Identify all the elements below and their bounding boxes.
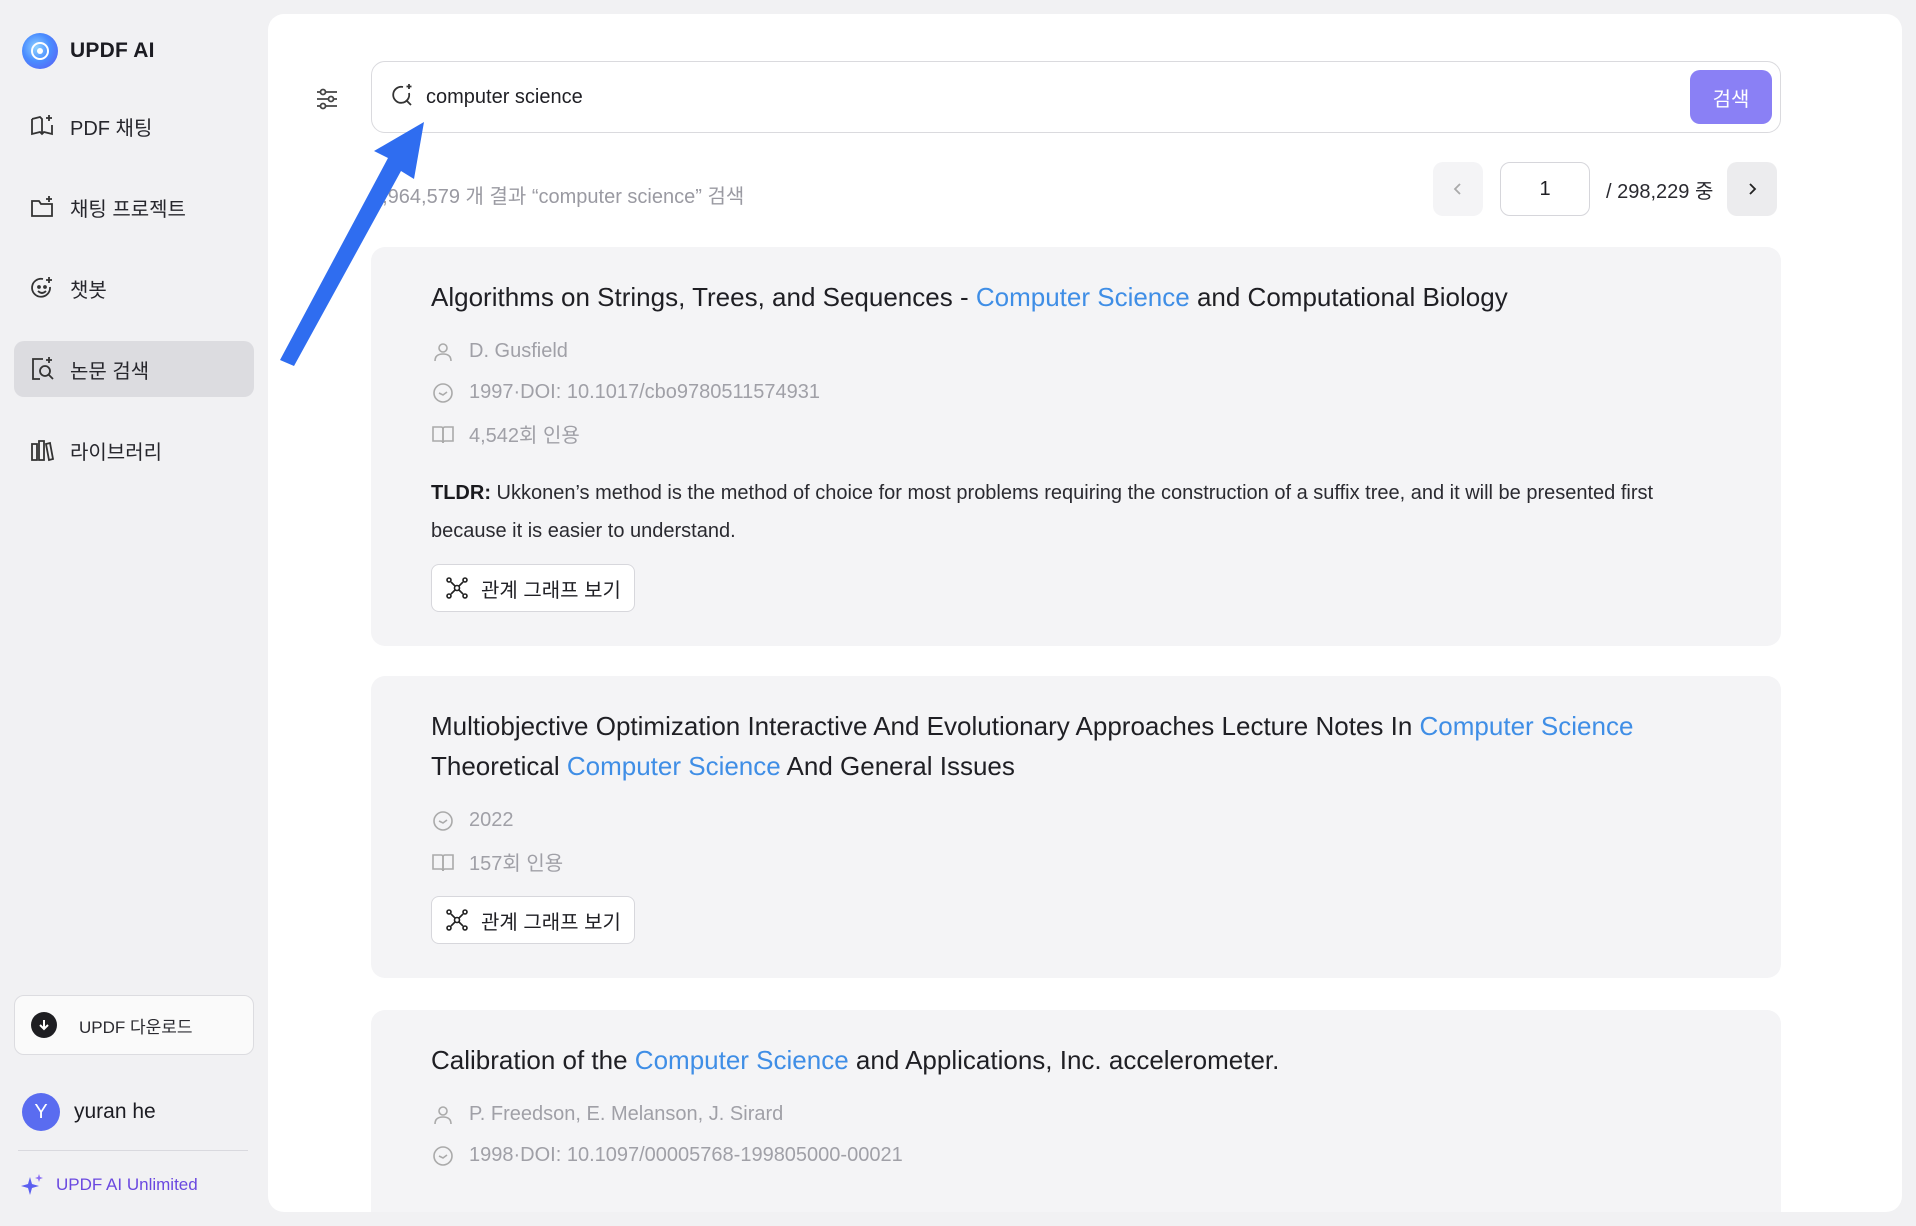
- paper-authors: P. FreedsonE. MelansonJ. Sirard: [469, 1103, 783, 1126]
- sidebar-nav: PDF 채팅 채팅 프로젝트 챗봇 논문 검색 라이브러리: [14, 98, 254, 503]
- paper-citations-row: 157회 인용: [431, 841, 1721, 882]
- view-graph-label: 관계 그래프 보기: [481, 911, 621, 934]
- filter-button[interactable]: [312, 84, 342, 114]
- paper-title[interactable]: Multiobjective Optimization Interactive …: [431, 706, 1721, 786]
- sidebar-item-paper-search[interactable]: 논문 검색: [14, 341, 254, 397]
- search-button[interactable]: 검색: [1690, 70, 1772, 124]
- paper-card[interactable]: Algorithms on Strings, Trees, and Sequen…: [371, 247, 1781, 646]
- paper-authors: D. Gusfield: [469, 340, 568, 362]
- sidebar-item-chat-project[interactable]: 채팅 프로젝트: [14, 179, 254, 235]
- sidebar-item-label: 라이브러리: [70, 441, 162, 464]
- next-page-button[interactable]: [1727, 162, 1778, 216]
- paper-search-icon: [32, 357, 54, 380]
- open-book-icon: [432, 425, 454, 443]
- plan-link[interactable]: UPDF AI Unlimited: [20, 1173, 198, 1197]
- ai-search-icon: [392, 84, 412, 106]
- sidebar-item-label: 챗봇: [70, 279, 107, 302]
- clock-icon: [433, 810, 453, 831]
- graph-nodes-icon: [446, 577, 468, 599]
- paper-citations-row: 4,542회 인용: [431, 413, 1721, 454]
- chevron-left-icon: [1453, 183, 1461, 195]
- paper-title[interactable]: Calibration of the Computer Science and …: [431, 1040, 1721, 1080]
- paper-meta: D. Gusfield 1997·DOI: 10.1017/cbo9780511…: [431, 331, 1721, 454]
- paper-tldr: TLDR: Ukkonen’s method is the method of …: [431, 482, 1654, 542]
- download-icon: [31, 1012, 57, 1038]
- sidebar-item-chatbot[interactable]: 챗봇: [14, 260, 254, 316]
- paper-date: 2022: [469, 809, 514, 831]
- updf-logo-icon: [22, 33, 58, 69]
- prev-page-button[interactable]: [1433, 162, 1483, 216]
- smile-bot-icon: [31, 277, 52, 298]
- paper-date-row: 1997·DOI: 10.1017/cbo9780511574931: [431, 372, 1721, 413]
- user-name: yuran he: [74, 1100, 156, 1123]
- book-sparkle-icon: [31, 115, 53, 136]
- paper-title[interactable]: Algorithms on Strings, Trees, and Sequen…: [431, 277, 1721, 317]
- plan-label: UPDF AI Unlimited: [56, 1175, 198, 1194]
- user-profile[interactable]: Y yuran he: [22, 1093, 156, 1131]
- results-count: 5,964,579 개 결과 “computer science” 검색: [371, 186, 745, 208]
- search-input[interactable]: [426, 80, 1626, 114]
- page-number-input[interactable]: [1500, 162, 1590, 216]
- sidebar-item-label: 채팅 프로젝트: [70, 198, 186, 221]
- pagination: / 298,229 중: [1433, 162, 1778, 216]
- paper-date-row: 2022: [431, 800, 1721, 841]
- view-graph-button[interactable]: 관계 그래프 보기: [431, 896, 635, 944]
- sidebar: UPDF AI PDF 채팅 채팅 프로젝트 챗봇 논문 검색 라이브러리 UP…: [0, 0, 268, 1226]
- paper-meta: P. FreedsonE. MelansonJ. Sirard 1998·DOI…: [431, 1094, 1721, 1176]
- folder-plus-icon: [31, 196, 53, 217]
- paper-card[interactable]: Calibration of the Computer Science and …: [371, 1010, 1781, 1212]
- paper-meta: 2022 157회 인용: [431, 800, 1721, 882]
- paper-date: 1998·DOI: 10.1097/00005768-199805000-000…: [469, 1144, 903, 1166]
- paper-date: 1997·DOI: 10.1017/cbo9780511574931: [469, 381, 821, 403]
- avatar: Y: [22, 1093, 60, 1131]
- paper-citations: 4,542회 인용: [469, 425, 580, 447]
- sparkle-icon: [21, 1174, 43, 1195]
- clock-icon: [433, 382, 453, 403]
- sidebar-item-pdf-chat[interactable]: PDF 채팅: [14, 98, 254, 154]
- view-graph-button[interactable]: 관계 그래프 보기: [431, 564, 635, 612]
- sidebar-item-library[interactable]: 라이브러리: [14, 422, 254, 478]
- app-logo[interactable]: UPDF AI: [22, 33, 155, 69]
- graph-nodes-icon: [446, 909, 468, 931]
- view-graph-label: 관계 그래프 보기: [481, 579, 621, 602]
- sliders-icon: [317, 88, 337, 110]
- open-book-icon: [432, 853, 454, 871]
- person-icon: [434, 342, 452, 361]
- chevron-right-icon: [1749, 183, 1757, 195]
- download-updf-button[interactable]: UPDF 다운로드: [14, 995, 254, 1055]
- person-icon: [434, 1105, 452, 1124]
- paper-authors-row: D. Gusfield: [431, 331, 1721, 372]
- paper-authors-row: P. FreedsonE. MelansonJ. Sirard: [431, 1094, 1721, 1135]
- search-bar: 검색: [371, 61, 1781, 133]
- main-panel: 검색 5,964,579 개 결과 “computer science” 검색 …: [268, 14, 1902, 1212]
- page-total: / 298,229 중: [1606, 180, 1714, 203]
- paper-date-row: 1998·DOI: 10.1097/00005768-199805000-000…: [431, 1135, 1721, 1176]
- sidebar-item-label: 논문 검색: [70, 360, 150, 383]
- clock-icon: [433, 1145, 453, 1166]
- library-icon: [31, 440, 55, 462]
- sidebar-item-label: PDF 채팅: [70, 117, 153, 140]
- app-name: UPDF AI: [70, 39, 155, 62]
- paper-card[interactable]: Multiobjective Optimization Interactive …: [371, 676, 1781, 978]
- paper-citations: 157회 인용: [469, 853, 564, 875]
- sidebar-divider: [18, 1150, 248, 1151]
- download-label: UPDF 다운로드: [79, 1017, 193, 1037]
